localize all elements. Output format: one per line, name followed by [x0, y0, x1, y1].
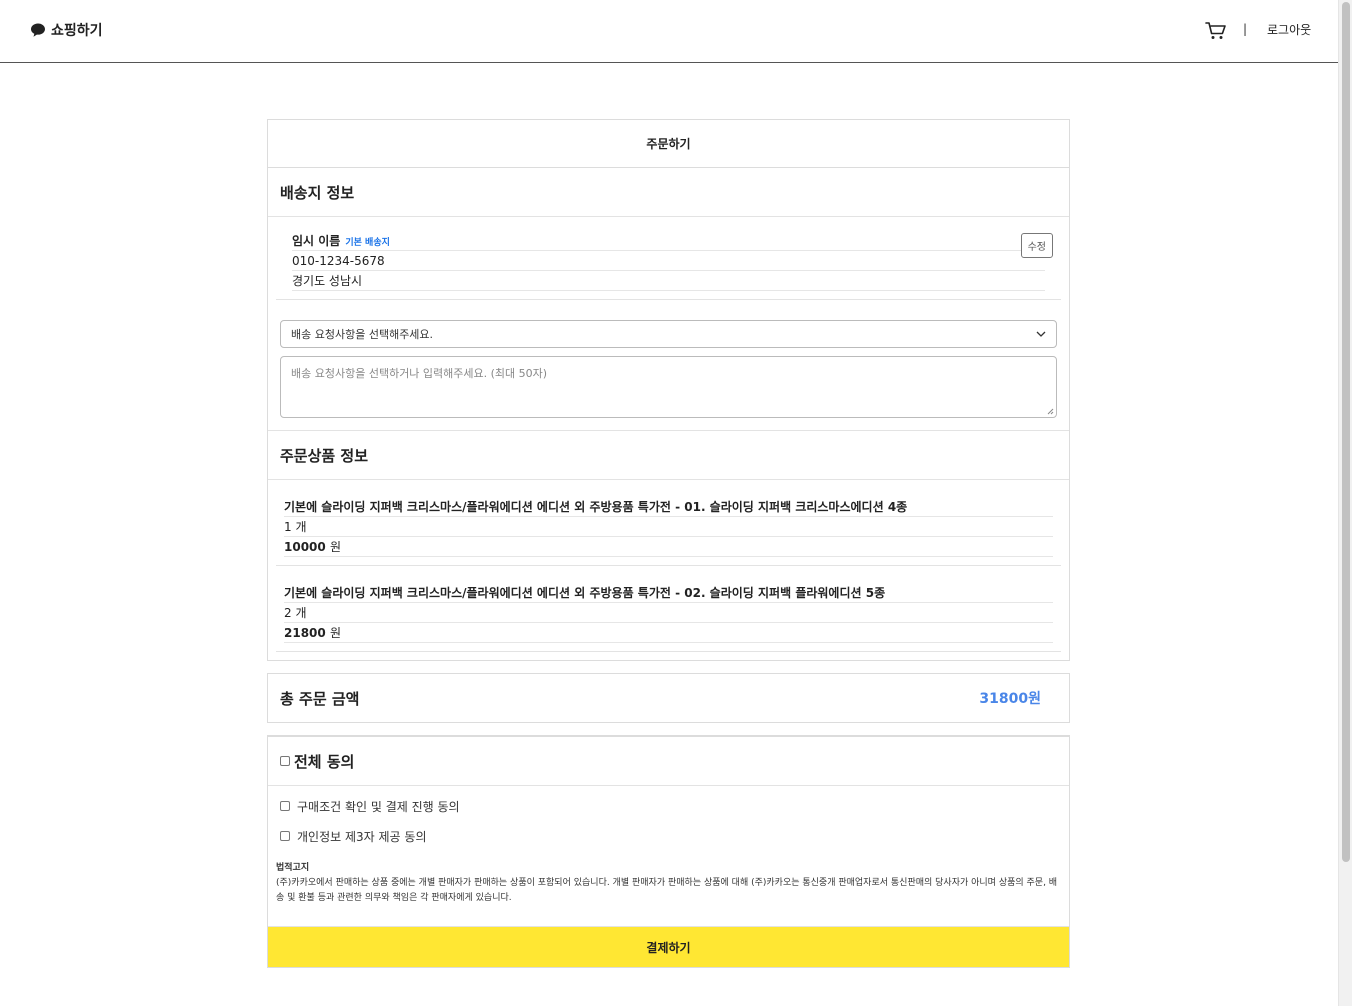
agree-all-checkbox[interactable]	[280, 756, 290, 766]
resize-handle-icon[interactable]	[1047, 408, 1054, 415]
delivery-request-select[interactable]: 배송 요청사항을 선택해주세요.	[280, 320, 1057, 348]
agree-privacy-checkbox[interactable]	[280, 831, 290, 841]
agree-all-label: 전체 동의	[294, 752, 355, 771]
delivery-request-select-value: 배송 요청사항을 선택해주세요.	[291, 328, 434, 341]
logo[interactable]: 쇼핑하기	[30, 20, 103, 40]
page-title: 주문하기	[268, 120, 1069, 168]
delivery-request-area: 배송 요청사항을 선택해주세요. 배송 요청사항을 선택하거나 입력해주세요. …	[268, 300, 1069, 431]
order-main: 주문하기 배송지 정보 임시 이름 기본 배송지 010-1234-5678 경기…	[267, 119, 1070, 968]
header-separator: |	[1243, 22, 1248, 36]
total-amount: 31800원	[979, 691, 1041, 707]
default-address-badge: 기본 배송지	[345, 238, 390, 248]
pay-button[interactable]: 결제하기	[268, 926, 1069, 967]
legal-text: (주)카카오에서 판매하는 상품 중에는 개별 판매자가 판매하는 상품이 포함…	[276, 878, 1058, 903]
order-total: 총 주문 금액 31800원	[267, 673, 1070, 723]
agree-purchase-label: 구매조건 확인 및 결제 진행 동의	[297, 799, 460, 814]
page-scrollbar[interactable]	[1338, 0, 1352, 1006]
delivery-request-placeholder: 배송 요청사항을 선택하거나 입력해주세요. (최대 50자)	[291, 367, 548, 380]
product-price: 21800 원	[284, 623, 1053, 643]
recipient-phone: 010-1234-5678	[292, 251, 1045, 271]
agree-all-row[interactable]: 전체 동의	[268, 737, 1069, 786]
shipping-address: 임시 이름 기본 배송지 010-1234-5678 경기도 성남시 수정	[276, 217, 1061, 300]
agree-item[interactable]: 구매조건 확인 및 결제 진행 동의	[268, 791, 1069, 821]
product-price: 10000 원	[284, 537, 1053, 557]
chevron-down-icon	[1036, 331, 1046, 337]
product-name: 기본에 슬라이딩 지퍼백 크리스마스/플라워에디션 에디션 외 주방용품 특가전…	[284, 497, 1053, 517]
product-item: 기본에 슬라이딩 지퍼백 크리스마스/플라워에디션 에디션 외 주방용품 특가전…	[276, 480, 1061, 566]
top-header: 쇼핑하기 | 로그아웃	[0, 0, 1338, 63]
total-label: 총 주문 금액	[280, 689, 360, 708]
product-item: 기본에 슬라이딩 지퍼백 크리스마스/플라워에디션 에디션 외 주방용품 특가전…	[276, 566, 1061, 652]
product-quantity: 2 개	[284, 603, 1053, 623]
products-section-title: 주문상품 정보	[268, 431, 1069, 480]
order-card: 주문하기 배송지 정보 임시 이름 기본 배송지 010-1234-5678 경기…	[267, 119, 1070, 661]
delivery-request-textarea[interactable]: 배송 요청사항을 선택하거나 입력해주세요. (최대 50자)	[280, 356, 1057, 418]
scrollbar-thumb[interactable]	[1342, 2, 1350, 862]
logo-text: 쇼핑하기	[51, 23, 103, 39]
agree-purchase-checkbox[interactable]	[280, 801, 290, 811]
cart-icon[interactable]	[1205, 21, 1227, 41]
recipient-address: 경기도 성남시	[292, 271, 1045, 291]
edit-address-button[interactable]: 수정	[1020, 233, 1053, 258]
agreement-card: 전체 동의 구매조건 확인 및 결제 진행 동의 개인정보 제3자 제공 동의 …	[267, 735, 1070, 968]
logout-link[interactable]: 로그아웃	[1267, 21, 1311, 38]
agree-item[interactable]: 개인정보 제3자 제공 동의	[268, 821, 1069, 851]
chat-bubble-icon	[31, 23, 45, 37]
address-name-row: 임시 이름 기본 배송지	[292, 231, 1045, 251]
legal-title: 법적고지	[276, 863, 310, 873]
recipient-name: 임시 이름	[292, 234, 341, 248]
agree-privacy-label: 개인정보 제3자 제공 동의	[297, 829, 427, 844]
product-name: 기본에 슬라이딩 지퍼백 크리스마스/플라워에디션 에디션 외 주방용품 특가전…	[284, 583, 1053, 603]
legal-notice: 법적고지 (주)카카오에서 판매하는 상품 중에는 개별 판매자가 판매하는 상…	[268, 851, 1069, 926]
shipping-section-title: 배송지 정보	[268, 168, 1069, 217]
product-quantity: 1 개	[284, 517, 1053, 537]
